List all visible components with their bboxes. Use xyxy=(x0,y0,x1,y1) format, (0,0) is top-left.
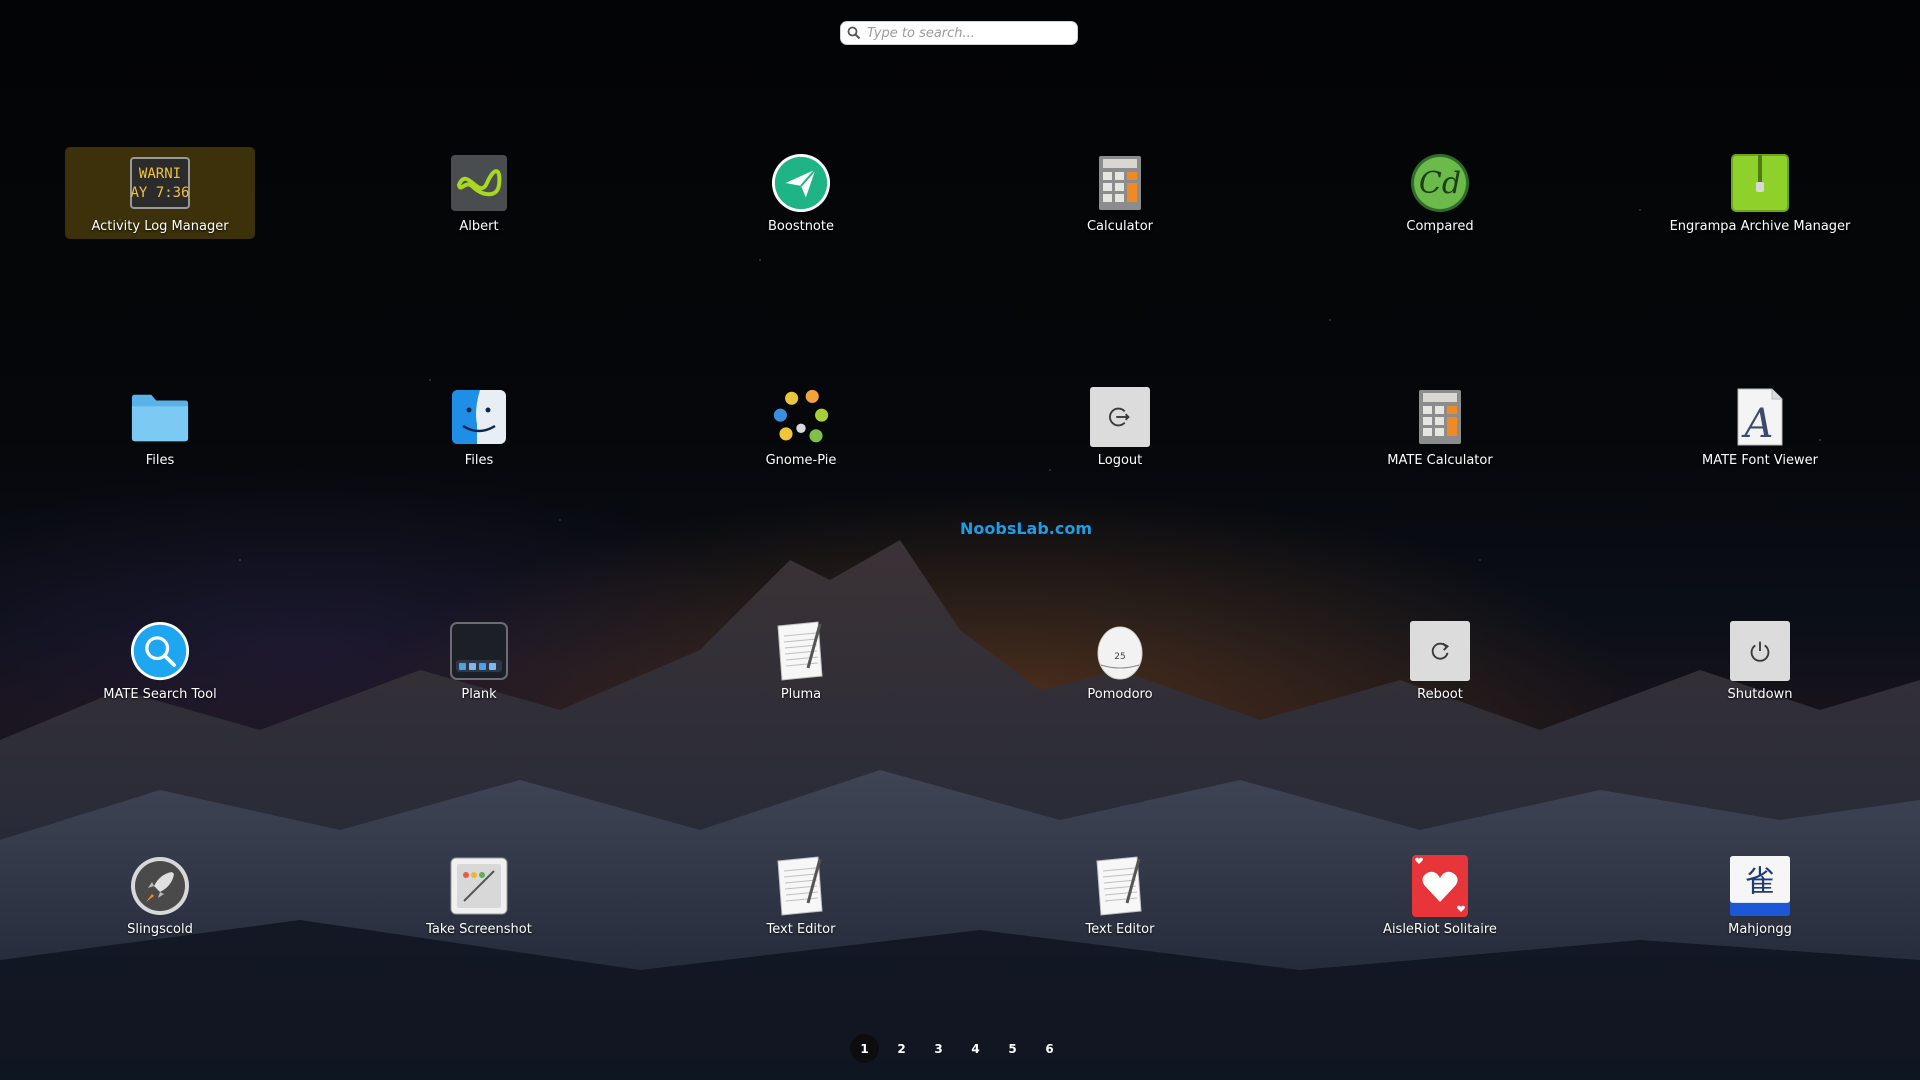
app-tile-boostnote[interactable]: Boostnote xyxy=(706,147,896,239)
app-tile-text-editor-1[interactable]: Text Editor xyxy=(706,850,896,942)
archive-icon xyxy=(1730,153,1790,213)
app-label: MATE Calculator xyxy=(1387,453,1493,468)
app-label: Albert xyxy=(459,219,499,234)
app-label: Plank xyxy=(461,687,497,702)
app-label: Files xyxy=(145,453,175,468)
calculator-icon xyxy=(1410,387,1470,447)
app-tile-text-editor-2[interactable]: Text Editor xyxy=(1025,850,1215,942)
app-label: Calculator xyxy=(1086,219,1153,234)
app-tile-slingscold[interactable]: Slingscold xyxy=(65,850,255,942)
page-indicator: 1 2 3 4 5 6 xyxy=(850,1034,1064,1063)
app-tile-mate-calculator[interactable]: MATE Calculator xyxy=(1345,381,1535,473)
finder-icon xyxy=(449,387,509,447)
app-label: Mahjongg xyxy=(1728,922,1792,937)
albert-icon xyxy=(449,153,509,213)
watermark-text: NoobsLab.com xyxy=(960,519,1093,538)
app-tile-take-screenshot[interactable]: Take Screenshot xyxy=(384,850,574,942)
app-label: Reboot xyxy=(1417,687,1463,702)
app-label: MATE Search Tool xyxy=(103,687,217,702)
app-label: Activity Log Manager xyxy=(91,219,229,234)
svg-text:AY 7:36: AY 7:36 xyxy=(130,185,189,201)
app-label: Engrampa Archive Manager xyxy=(1669,219,1851,234)
compared-icon: Cd xyxy=(1410,153,1470,213)
page-button-1[interactable]: 1 xyxy=(850,1034,879,1063)
app-tile-calculator[interactable]: Calculator xyxy=(1025,147,1215,239)
app-label: Slingscold xyxy=(127,922,193,937)
search-tool-icon xyxy=(130,621,190,681)
shutdown-icon xyxy=(1730,621,1790,681)
app-tile-pomodoro[interactable]: 25 Pomodoro xyxy=(1025,615,1215,707)
app-label: Compared xyxy=(1406,219,1474,234)
app-label: Pluma xyxy=(780,687,822,702)
page-button-2[interactable]: 2 xyxy=(887,1034,916,1063)
app-label: Files xyxy=(464,453,494,468)
app-tile-plank[interactable]: Plank xyxy=(384,615,574,707)
app-label: Text Editor xyxy=(1085,922,1155,937)
rocket-icon xyxy=(130,856,190,916)
app-label: Boostnote xyxy=(768,219,834,234)
app-tile-shutdown[interactable]: Shutdown xyxy=(1665,615,1855,707)
app-label: Logout xyxy=(1097,453,1143,468)
folder-icon xyxy=(130,387,190,447)
app-tile-files-folder[interactable]: Files xyxy=(65,381,255,473)
calculator-icon xyxy=(1090,153,1150,213)
app-tile-aisleriot-solitaire[interactable]: AisleRiot Solitaire xyxy=(1345,850,1535,942)
app-label: MATE Font Viewer xyxy=(1701,453,1819,468)
app-label: Shutdown xyxy=(1727,687,1793,702)
text-editor-icon xyxy=(771,856,831,916)
app-label: AisleRiot Solitaire xyxy=(1383,922,1497,937)
search-input[interactable] xyxy=(867,25,1067,41)
svg-text:Cd: Cd xyxy=(1419,166,1461,201)
svg-text:A: A xyxy=(1741,401,1774,447)
boostnote-icon xyxy=(771,153,831,213)
text-editor-icon xyxy=(771,621,831,681)
plank-icon xyxy=(449,621,509,681)
logout-icon xyxy=(1090,387,1150,447)
page-button-4[interactable]: 4 xyxy=(961,1034,990,1063)
app-tile-pluma[interactable]: Pluma xyxy=(706,615,896,707)
app-tile-compared[interactable]: Cd Compared xyxy=(1345,147,1535,239)
app-label: Pomodoro xyxy=(1087,687,1153,702)
app-tile-mahjongg[interactable]: 雀 Mahjongg xyxy=(1665,850,1855,942)
app-tile-mate-font-viewer[interactable]: A MATE Font Viewer xyxy=(1665,381,1855,473)
app-label: Text Editor xyxy=(766,922,836,937)
solitaire-icon xyxy=(1410,855,1470,917)
app-label: Gnome-Pie xyxy=(765,453,837,468)
wallpaper-stars xyxy=(0,0,1920,1080)
app-tile-gnome-pie[interactable]: Gnome-Pie xyxy=(706,381,896,473)
search-icon xyxy=(841,26,867,40)
mahjongg-icon: 雀 xyxy=(1730,856,1790,916)
svg-text:雀: 雀 xyxy=(1745,865,1775,900)
app-tile-files-finder[interactable]: Files xyxy=(384,381,574,473)
app-tile-engrampa-archive-manager[interactable]: Engrampa Archive Manager xyxy=(1665,147,1855,239)
search-bar[interactable] xyxy=(840,21,1078,45)
activity-log-icon: WARNI AY 7:36 xyxy=(130,153,190,213)
svg-text:25: 25 xyxy=(1114,652,1125,662)
reboot-icon xyxy=(1410,621,1470,681)
font-viewer-icon: A xyxy=(1730,387,1790,447)
gnome-pie-icon xyxy=(771,387,831,447)
pomodoro-icon: 25 xyxy=(1090,621,1150,681)
screenshot-icon xyxy=(449,856,509,916)
app-tile-mate-search-tool[interactable]: MATE Search Tool xyxy=(65,615,255,707)
app-tile-activity-log-manager[interactable]: WARNI AY 7:36 Activity Log Manager xyxy=(65,147,255,239)
text-editor-icon xyxy=(1090,856,1150,916)
page-button-6[interactable]: 6 xyxy=(1035,1034,1064,1063)
page-button-5[interactable]: 5 xyxy=(998,1034,1027,1063)
app-label: Take Screenshot xyxy=(426,922,532,937)
svg-text:WARNI: WARNI xyxy=(139,166,181,182)
page-button-3[interactable]: 3 xyxy=(924,1034,953,1063)
app-tile-logout[interactable]: Logout xyxy=(1025,381,1215,473)
app-tile-reboot[interactable]: Reboot xyxy=(1345,615,1535,707)
app-tile-albert[interactable]: Albert xyxy=(384,147,574,239)
